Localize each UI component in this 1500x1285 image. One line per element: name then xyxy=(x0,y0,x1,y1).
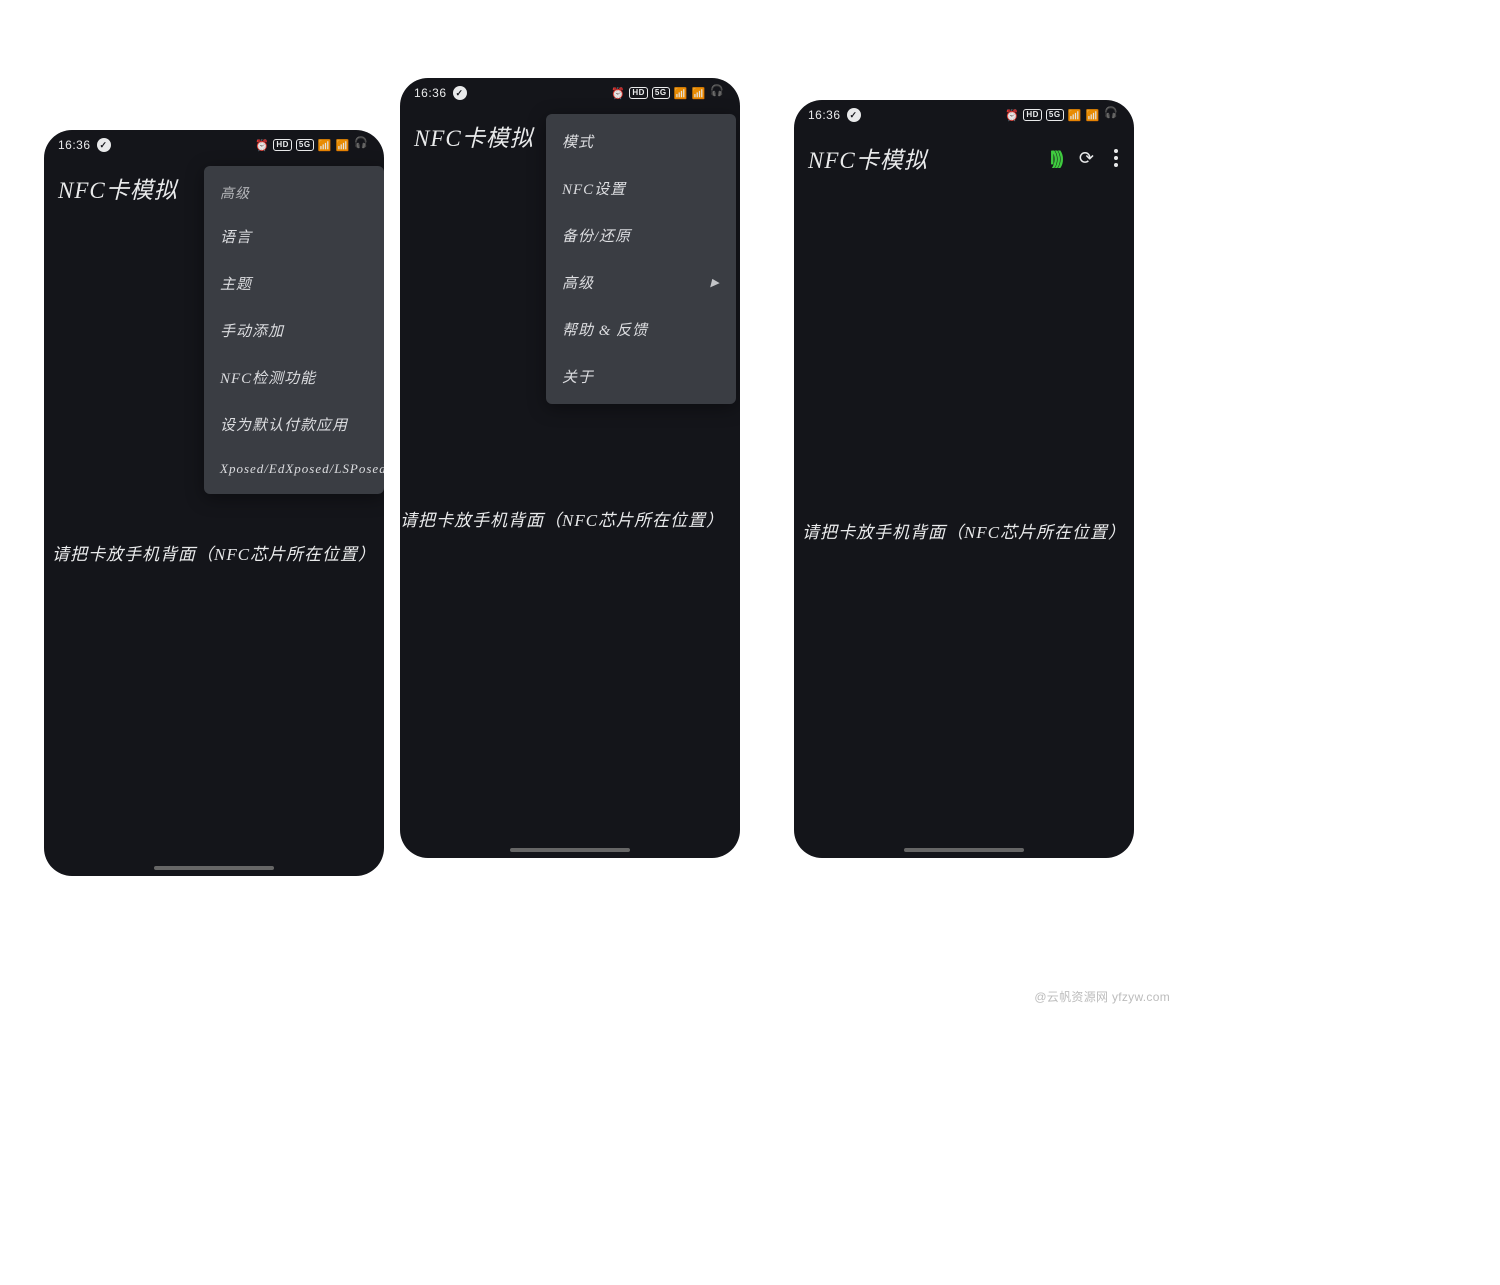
chevron-right-icon: ▶ xyxy=(711,276,720,289)
watermark: @云帆资源网 yfzyw.com xyxy=(1034,988,1170,1005)
alarm-icon: ⏰ xyxy=(611,87,625,100)
nav-bar[interactable] xyxy=(904,848,1024,852)
menu-item-label: 模式 xyxy=(562,131,594,152)
menu-item-label: 关于 xyxy=(562,366,594,387)
alarm-icon: ⏰ xyxy=(255,139,269,152)
menu-item-backup-restore[interactable]: 备份/还原 xyxy=(546,212,736,259)
signal-icon: 📶 xyxy=(318,139,332,152)
menu-item-about[interactable]: 关于 xyxy=(546,353,736,400)
wifi-icon: 📶 xyxy=(336,139,350,152)
instruction-text: 请把卡放手机背面（NFC芯片所在位置） xyxy=(44,540,384,565)
check-icon: ✓ xyxy=(453,86,467,100)
wifi-icon: 📶 xyxy=(1086,109,1100,122)
fiveg-badge: 5G xyxy=(652,87,670,99)
menu-item-help-feedback[interactable]: 帮助 & 反馈 xyxy=(546,306,736,353)
status-time: 16:36 xyxy=(414,86,447,100)
menu-item-nfc-detect[interactable]: NFC检测功能 xyxy=(204,354,384,401)
refresh-icon[interactable]: ⟳ xyxy=(1079,148,1094,169)
menu-item-label: 备份/还原 xyxy=(562,225,631,246)
signal-icon: 📶 xyxy=(1068,109,1082,122)
menu-item-default-pay[interactable]: 设为默认付款应用 xyxy=(204,401,384,448)
menu-item-theme[interactable]: 主题 xyxy=(204,260,384,307)
menu-item-xposed[interactable]: Xposed/EdXposed/LSPosed xyxy=(204,448,384,490)
app-title: NFC卡模拟 xyxy=(808,141,928,175)
instruction-text: 请把卡放手机背面（NFC芯片所在位置） xyxy=(400,506,740,531)
nfc-signal-icon[interactable]: ⵏ))) xyxy=(1050,148,1061,169)
status-bar: 16:36 ✓ ⏰ HD 5G 📶 📶 xyxy=(400,78,740,108)
headset-icon xyxy=(710,87,726,99)
status-bar: 16:36 ✓ ⏰ HD 5G 📶 📶 xyxy=(794,100,1134,130)
phone-screenshot-1: 16:36 ✓ ⏰ HD 5G 📶 📶 NFC卡模拟 高级 语言 主题 手动添加… xyxy=(44,130,384,876)
app-title: NFC卡模拟 xyxy=(58,171,178,205)
menu-item-label: 帮助 & 反馈 xyxy=(562,319,648,340)
hd-badge: HD xyxy=(1023,109,1042,121)
overflow-menu: 模式 NFC设置 备份/还原 高级 ▶ 帮助 & 反馈 关于 xyxy=(546,114,736,404)
check-icon: ✓ xyxy=(97,138,111,152)
menu-item-label: 高级 xyxy=(562,272,594,293)
menu-item-manual-add[interactable]: 手动添加 xyxy=(204,307,384,354)
submenu-advanced: 高级 语言 主题 手动添加 NFC检测功能 设为默认付款应用 Xposed/Ed… xyxy=(204,166,384,494)
alarm-icon: ⏰ xyxy=(1005,109,1019,122)
fiveg-badge: 5G xyxy=(296,139,314,151)
headset-icon xyxy=(354,139,370,151)
menu-item-advanced[interactable]: 高级 ▶ xyxy=(546,259,736,306)
app-title: NFC卡模拟 xyxy=(414,119,534,153)
nav-bar[interactable] xyxy=(154,866,274,870)
submenu-header: 高级 xyxy=(204,170,384,213)
fiveg-badge: 5G xyxy=(1046,109,1064,121)
menu-item-language[interactable]: 语言 xyxy=(204,213,384,260)
overflow-menu-button[interactable] xyxy=(1112,145,1120,171)
nav-bar[interactable] xyxy=(510,848,630,852)
status-time: 16:36 xyxy=(58,138,91,152)
phone-screenshot-3: 16:36 ✓ ⏰ HD 5G 📶 📶 NFC卡模拟 ⵏ))) ⟳ 请把卡放手机… xyxy=(794,100,1134,858)
hd-badge: HD xyxy=(273,139,292,151)
status-time: 16:36 xyxy=(808,108,841,122)
menu-item-nfc-settings[interactable]: NFC设置 xyxy=(546,165,736,212)
check-icon: ✓ xyxy=(847,108,861,122)
instruction-text: 请把卡放手机背面（NFC芯片所在位置） xyxy=(794,518,1134,543)
phone-screenshot-2: 16:36 ✓ ⏰ HD 5G 📶 📶 NFC卡模拟 模式 NFC设置 备份/还… xyxy=(400,78,740,858)
wifi-icon: 📶 xyxy=(692,87,706,100)
hd-badge: HD xyxy=(629,87,648,99)
headset-icon xyxy=(1104,109,1120,121)
signal-icon: 📶 xyxy=(674,87,688,100)
status-bar: 16:36 ✓ ⏰ HD 5G 📶 📶 xyxy=(44,130,384,160)
app-header: NFC卡模拟 ⵏ))) ⟳ xyxy=(794,130,1134,182)
menu-item-label: NFC设置 xyxy=(562,178,626,199)
menu-item-mode[interactable]: 模式 xyxy=(546,118,736,165)
